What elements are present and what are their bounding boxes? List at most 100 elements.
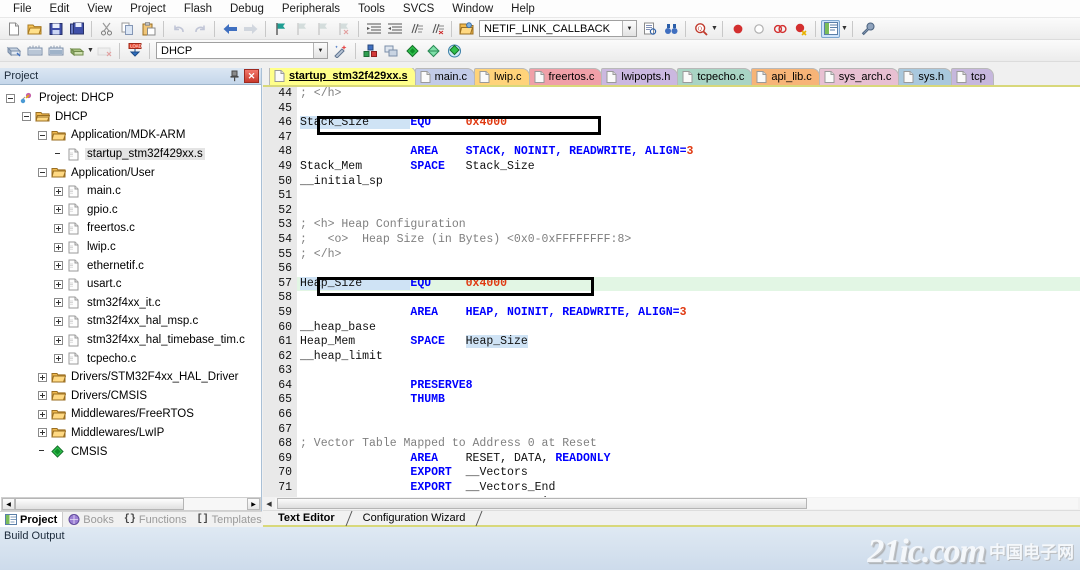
code-line[interactable]: 57 Heap_Size EQU 0x4000 — [263, 276, 1080, 292]
code-line[interactable]: 70 EXPORT __Vectors — [263, 466, 1080, 482]
tree-item[interactable]: DHCP — [0, 108, 261, 127]
scroll-thumb[interactable] — [15, 498, 185, 510]
expand-icon[interactable] — [38, 372, 47, 382]
menu-item-view[interactable]: View — [78, 2, 121, 16]
indent-left-icon[interactable] — [385, 20, 404, 38]
target-combo[interactable]: DHCP ▼ — [156, 42, 328, 59]
editor-tab-sys-h[interactable]: sys.h — [898, 68, 953, 85]
download-icon[interactable]: LOAD — [125, 42, 144, 60]
project-window-caret-icon[interactable]: ▼ — [841, 20, 848, 38]
select-software-packs-icon[interactable] — [445, 42, 464, 60]
new-file-icon[interactable] — [4, 20, 23, 38]
chevron-down-icon[interactable]: ▼ — [313, 43, 327, 58]
chevron-down-icon[interactable]: ▼ — [622, 21, 636, 36]
multi-project-icon[interactable] — [382, 42, 401, 60]
save-all-icon[interactable] — [67, 20, 86, 38]
code-line[interactable]: 69 AREA RESET, DATA, READONLY — [263, 451, 1080, 467]
find-in-files-icon[interactable] — [640, 20, 659, 38]
scroll-track[interactable] — [275, 498, 1078, 509]
comment-lines-icon[interactable] — [406, 20, 425, 38]
tree-item[interactable]: CMSIS — [0, 442, 261, 461]
editor-tab-freertos-c[interactable]: freertos.c — [528, 68, 603, 85]
project-tree[interactable]: Project: DHCP DHCP Application/MDK-ARM star… — [0, 85, 261, 497]
save-icon[interactable] — [46, 20, 65, 38]
menu-item-debug[interactable]: Debug — [221, 2, 273, 16]
editor-tab-sys-arch-c[interactable]: sys_arch.c — [818, 68, 900, 85]
expand-icon[interactable] — [38, 391, 47, 401]
editor-tab-api-lib-c[interactable]: api_lib.c — [751, 68, 820, 85]
editor-tab-main-c[interactable]: main.c — [414, 68, 476, 85]
toggle-project-window-icon[interactable] — [821, 19, 840, 38]
indent-right-icon[interactable] — [364, 20, 383, 38]
project-tab-functions[interactable]: {} Functions — [119, 512, 192, 528]
scroll-left-icon[interactable]: ◀ — [2, 498, 15, 510]
collapse-icon[interactable] — [6, 93, 15, 103]
expand-icon[interactable] — [54, 354, 63, 364]
editor-mode-tab-text-editor[interactable]: Text Editor — [269, 510, 344, 527]
code-line[interactable]: 64 PRESERVE8 — [263, 378, 1080, 394]
cut-icon[interactable] — [97, 20, 116, 38]
kill-all-breakpoints-icon[interactable] — [791, 20, 810, 38]
expand-icon[interactable] — [38, 409, 47, 419]
code-area[interactable]: 44; </h> 45 46 Stack_Size EQU 0x4000 47 48 AR… — [263, 87, 1080, 497]
editor-tab-lwipopts-h[interactable]: lwipopts.h — [601, 68, 679, 85]
function-combo[interactable]: NETIF_LINK_CALLBACK ▼ — [479, 20, 637, 37]
tree-item[interactable]: stm32f4xx_it.c — [0, 294, 261, 313]
tree-item[interactable]: startup_stm32f429xx.s — [0, 145, 261, 164]
menu-item-project[interactable]: Project — [121, 2, 175, 16]
redo-icon[interactable] — [190, 20, 209, 38]
code-line[interactable]: 48 AREA STACK, NOINIT, READWRITE, ALIGN=… — [263, 145, 1080, 160]
project-tab-project[interactable]: Project — [0, 511, 64, 528]
expand-icon[interactable] — [54, 298, 63, 308]
code-line[interactable]: 59 AREA HEAP, NOINIT, READWRITE, ALIGN=3 — [263, 305, 1080, 321]
code-line[interactable]: 49 Stack_Mem SPACE Stack_Size — [263, 159, 1080, 175]
code-line[interactable]: 68; Vector Table Mapped to Address 0 at … — [263, 437, 1080, 452]
menu-item-window[interactable]: Window — [443, 2, 502, 16]
code-line[interactable]: 47 — [263, 130, 1080, 146]
project-horizontal-scrollbar[interactable]: ◀ ▶ — [1, 497, 261, 511]
scroll-track[interactable] — [15, 498, 247, 510]
code-line[interactable]: 71 EXPORT __Vectors_End — [263, 481, 1080, 496]
stop-build-icon[interactable] — [95, 42, 114, 60]
editor-tab-tcpecho-c[interactable]: tcpecho.c — [677, 68, 753, 85]
expand-icon[interactable] — [54, 279, 63, 289]
code-line[interactable]: 65 THUMB — [263, 393, 1080, 409]
undo-icon[interactable] — [169, 20, 188, 38]
insert-include-icon[interactable] — [457, 20, 476, 38]
scroll-left-icon[interactable]: ◀ — [263, 498, 275, 509]
editor-mode-tab-configuration-wizard[interactable]: Configuration Wizard — [354, 510, 475, 527]
menu-item-svcs[interactable]: SVCS — [394, 2, 443, 16]
code-line[interactable]: 63 — [263, 364, 1080, 379]
expand-icon[interactable] — [54, 335, 63, 345]
editor-tab-tcp[interactable]: tcp — [951, 68, 994, 85]
build-target-icon[interactable] — [25, 42, 44, 60]
tree-item[interactable]: freertos.c — [0, 219, 261, 238]
copy-icon[interactable] — [118, 20, 137, 38]
project-tab-books[interactable]: Books — [63, 512, 119, 528]
disable-all-breakpoints-icon[interactable] — [770, 20, 789, 38]
editor-tab-startup-stm32f429xx-s[interactable]: startup_stm32f429xx.s — [269, 68, 416, 85]
expand-icon[interactable] — [54, 261, 63, 271]
open-file-icon[interactable] — [25, 20, 44, 38]
expand-icon[interactable] — [54, 223, 63, 233]
expand-icon[interactable] — [54, 205, 63, 215]
expand-icon[interactable] — [54, 242, 63, 252]
paste-icon[interactable] — [139, 20, 158, 38]
code-line[interactable]: 52 — [263, 203, 1080, 219]
bookmark-clear-icon[interactable] — [334, 20, 353, 38]
manage-rte-icon[interactable] — [424, 42, 443, 60]
translate-file-icon[interactable] — [4, 42, 23, 60]
code-line[interactable]: 66 — [263, 408, 1080, 423]
tree-item[interactable]: usart.c — [0, 275, 261, 294]
collapse-icon[interactable] — [38, 168, 47, 178]
code-line[interactable]: 62 __heap_limit — [263, 349, 1080, 365]
code-line[interactable]: 53; <h> Heap Configuration — [263, 218, 1080, 233]
menu-item-tools[interactable]: Tools — [349, 2, 394, 16]
code-line[interactable]: 56 — [263, 262, 1080, 277]
code-line[interactable]: 50 __initial_sp — [263, 174, 1080, 190]
collapse-icon[interactable] — [22, 112, 31, 122]
uncomment-lines-icon[interactable] — [427, 20, 446, 38]
code-line[interactable]: 51 — [263, 189, 1080, 204]
code-line[interactable]: 54; <o> Heap Size (in Bytes) <0x0-0xFFFF… — [263, 232, 1080, 248]
tree-item[interactable]: tcpecho.c — [0, 349, 261, 368]
